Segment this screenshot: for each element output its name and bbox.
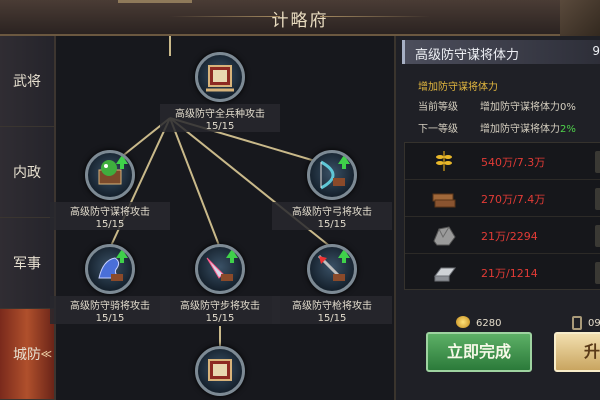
skill-node-label: 高级防守骑将攻击 xyxy=(50,296,170,313)
hourglass-icon xyxy=(572,316,582,330)
upgrade-arrow-icon xyxy=(338,155,350,169)
upgrade-arrow-icon xyxy=(338,249,350,263)
skill-node-count: 15/15 xyxy=(272,313,392,324)
next-level-value: 增加防守谋将体力2% xyxy=(480,120,576,135)
skill-node-label: 高级防守弓将攻击 xyxy=(272,202,392,219)
skill-node-icon xyxy=(85,244,135,294)
sidebar-item-military[interactable]: 军事 xyxy=(0,218,54,309)
skill-node-cavalry[interactable]: 高级防守骑将攻击 15/15 xyxy=(50,244,170,324)
cost-row-stone: 21万/2294 xyxy=(405,217,600,254)
banner-scroll-icon xyxy=(208,359,232,381)
add-grain-button[interactable] xyxy=(595,151,600,173)
upgrade-arrow-icon xyxy=(226,249,238,263)
add-iron-button[interactable] xyxy=(595,262,600,284)
iron-icon xyxy=(434,267,456,282)
upgrade-arrow-icon xyxy=(116,155,128,169)
page-title: 计略府 xyxy=(271,11,329,31)
title-ornament-right xyxy=(320,16,430,17)
sidebar-item-label: 武将 xyxy=(13,74,41,90)
effect-title: 增加防守谋将体力 xyxy=(418,82,498,93)
upgrade-arrow-icon xyxy=(116,249,128,263)
banner-scroll-icon xyxy=(206,65,234,92)
cost-list: 540万/7.3万 270万/7.4万 21万/2294 21万/1214 xyxy=(404,142,600,290)
skill-node-label: 高级防守全兵种攻击 xyxy=(160,104,280,121)
sidebar-item-label: 城防 xyxy=(13,347,41,363)
grain-icon xyxy=(436,151,452,171)
header-bar: 计略府 xyxy=(0,0,600,36)
cost-row-wood: 270万/7.4万 xyxy=(405,180,600,217)
next-level-text: 增加防守谋将体力 xyxy=(480,124,560,135)
next-level-percent: 2% xyxy=(560,124,576,135)
skill-name: 高级防守谋将体力 xyxy=(415,48,520,63)
skill-node-archer[interactable]: 高级防守弓将攻击 15/15 xyxy=(272,150,392,230)
skill-node-label: 高级防守枪将攻击 xyxy=(272,296,392,313)
header-tab-indicator xyxy=(118,0,192,3)
cost-row-grain: 540万/7.3万 xyxy=(405,143,600,180)
sidebar-item-internal-affairs[interactable]: 内政 xyxy=(0,127,54,218)
skill-level-cut: 9 xyxy=(592,44,600,58)
skill-node-icon xyxy=(307,244,357,294)
cost-row-iron: 21万/1214 xyxy=(405,254,600,291)
close-button-corner[interactable] xyxy=(560,0,600,36)
skill-node-count: 15/15 xyxy=(160,313,280,324)
sidebar-item-label: 内政 xyxy=(13,165,41,181)
skill-node-count: 15/15 xyxy=(160,121,280,132)
skill-node-spearman[interactable]: 高级防守枪将攻击 15/15 xyxy=(272,244,392,324)
skill-node-icon xyxy=(195,244,245,294)
cost-iron-text: 21万/1214 xyxy=(481,267,538,280)
add-wood-button[interactable] xyxy=(595,188,600,210)
skill-node-icon xyxy=(307,150,357,200)
instant-complete-button[interactable]: 立即完成 xyxy=(426,332,532,372)
skill-title-bar: 高级防守谋将体力 9 xyxy=(402,40,600,64)
skill-node-strategist[interactable]: 高级防守谋将攻击 15/15 xyxy=(50,150,170,230)
skill-node-count: 15/15 xyxy=(50,313,170,324)
cost-grain-text: 540万/7.3万 xyxy=(481,156,546,169)
active-arrow-icon: ≪ xyxy=(40,347,52,361)
upgrade-button[interactable]: 升 xyxy=(554,332,600,372)
skill-node-count: 15/15 xyxy=(272,219,392,230)
stone-icon xyxy=(433,226,456,246)
skill-tree: 高级防守全兵种攻击 15/15 高级防守谋将攻击 15/15 高级防守弓将攻击 … xyxy=(50,36,394,400)
skill-node-label: 高级防守谋将攻击 xyxy=(50,202,170,219)
gold-coin-icon xyxy=(456,316,470,328)
sidebar-item-generals[interactable]: 武将 xyxy=(0,36,54,127)
skill-node-icon xyxy=(85,150,135,200)
sidebar-item-label: 军事 xyxy=(13,256,41,272)
next-level-label: 下一等级 xyxy=(418,124,458,135)
current-level-value: 增加防守谋将体力0% xyxy=(480,102,576,113)
skill-node-infantry[interactable]: 高级防守步将攻击 15/15 xyxy=(160,244,280,324)
skill-node-icon xyxy=(195,52,245,102)
cost-wood-text: 270万/7.4万 xyxy=(481,193,546,206)
skill-node-label: 高级防守步将攻击 xyxy=(160,296,280,313)
add-stone-button[interactable] xyxy=(595,225,600,247)
sidebar-item-city-defense[interactable]: 城防 ≪ xyxy=(0,309,54,400)
cost-stone-text: 21万/2294 xyxy=(481,230,538,243)
category-sidebar: 武将 内政 军事 城防 ≪ xyxy=(0,36,56,400)
skill-detail-panel: 高级防守谋将体力 9 增加防守谋将体力 当前等级 增加防守谋将体力0% 下一等级… xyxy=(394,36,600,400)
gold-amount: 6280 xyxy=(476,318,502,329)
skill-node-count: 15/15 xyxy=(50,219,170,230)
current-level-label: 当前等级 xyxy=(418,102,458,113)
skill-node-icon xyxy=(195,346,245,396)
skill-node-bottom[interactable] xyxy=(160,346,280,396)
skill-node-all-troops[interactable]: 高级防守全兵种攻击 15/15 xyxy=(160,52,280,132)
wood-icon xyxy=(432,193,456,208)
time-remaining: 09 xyxy=(588,318,600,329)
